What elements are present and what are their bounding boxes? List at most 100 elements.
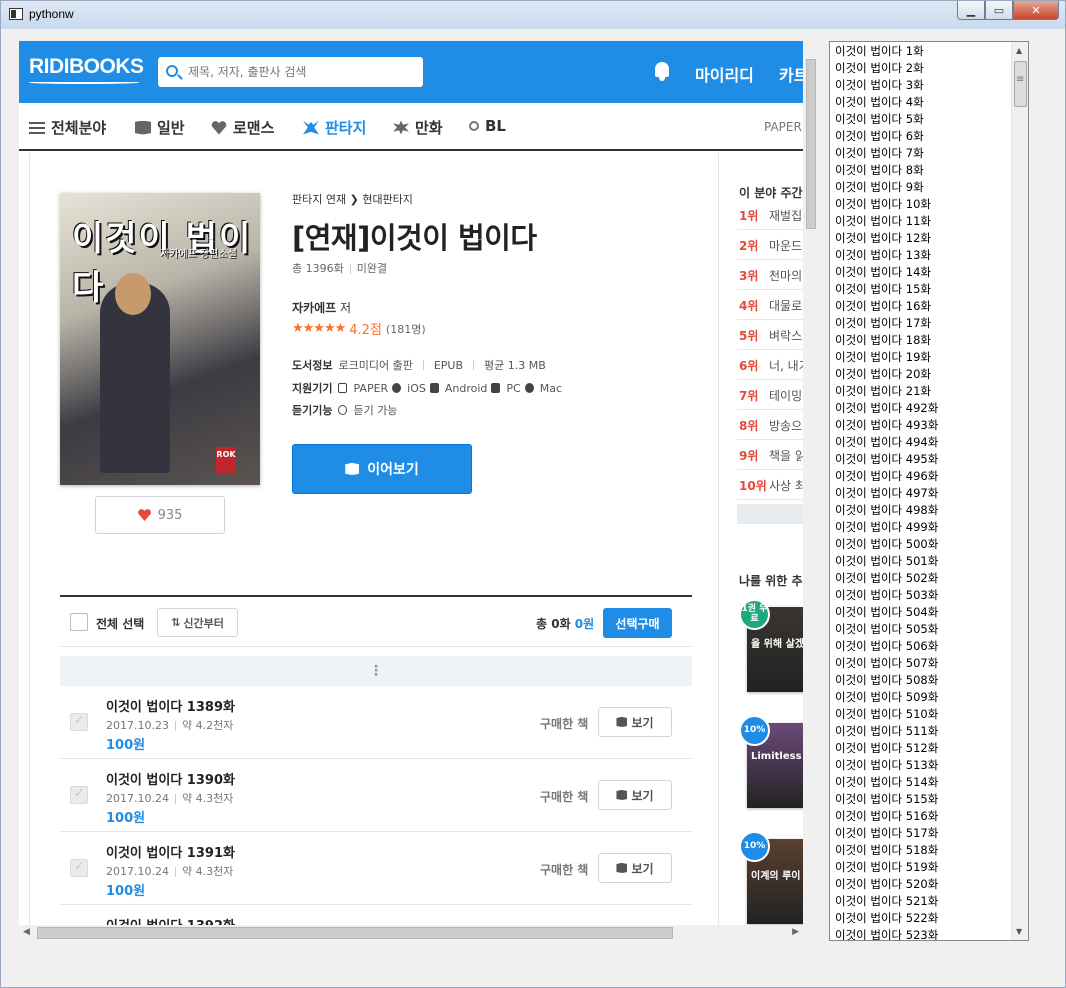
nav-comic[interactable]: 만화 [393, 117, 443, 138]
listbox-item[interactable]: 이것이 법이다 519화 [830, 859, 1012, 876]
scroll-down-arrow[interactable]: ▼ [1016, 927, 1022, 936]
listbox-item[interactable]: 이것이 법이다 4화 [830, 94, 1012, 111]
listbox-item[interactable]: 이것이 법이다 20화 [830, 366, 1012, 383]
episode-title[interactable]: 이것이 법이다 1390화 [106, 769, 235, 788]
publisher[interactable]: 로크미디어 출판 [338, 357, 412, 373]
ranking-item[interactable]: 8위 방송으 [739, 417, 802, 434]
listbox-item[interactable]: 이것이 법이다 523화 [830, 927, 1012, 940]
ranking-item[interactable]: 9위 책을 읽 [739, 447, 803, 464]
sort-button[interactable]: ⇅ 신간부터 [157, 608, 238, 637]
listbox-item[interactable]: 이것이 법이다 502화 [830, 570, 1012, 587]
listbox-item[interactable]: 이것이 법이다 498화 [830, 502, 1012, 519]
scroll-up-arrow[interactable]: ▲ [1016, 46, 1022, 55]
paper-link[interactable]: PAPER [764, 120, 802, 134]
listbox-item[interactable]: 이것이 법이다 506화 [830, 638, 1012, 655]
minimize-button[interactable]: ▁ [957, 1, 985, 20]
nav-bl[interactable]: BL [469, 117, 506, 135]
episode-title[interactable]: 이것이 법이다 1392화 [106, 915, 235, 925]
listbox-item[interactable]: 이것이 법이다 2화 [830, 60, 1012, 77]
close-button[interactable]: ✕ [1013, 1, 1059, 20]
nav-romance[interactable]: 로맨스 [211, 117, 274, 138]
listbox-item[interactable]: 이것이 법이다 521화 [830, 893, 1012, 910]
ranking-item[interactable]: 4위 대물로 [739, 297, 802, 314]
scrollbar-thumb[interactable] [1014, 61, 1027, 107]
scrollbar-thumb[interactable] [806, 59, 816, 229]
listbox-item[interactable]: 이것이 법이다 516화 [830, 808, 1012, 825]
listbox-item[interactable]: 이것이 법이다 503화 [830, 587, 1012, 604]
ranking-item[interactable]: 2위 마운드 [739, 237, 802, 254]
ranking-item[interactable]: 5위 벼락스 [739, 327, 802, 344]
book-cover[interactable]: 이것이 법이다 자카에프 장편소설 ROK [60, 193, 260, 485]
ranking-item[interactable]: 1위 재벌집 [739, 207, 802, 224]
listbox-item[interactable]: 이것이 법이다 518화 [830, 842, 1012, 859]
scroll-right-arrow[interactable]: ▶ [792, 927, 799, 937]
page-vertical-scrollbar[interactable] [803, 41, 819, 925]
view-button[interactable]: 보기 [598, 853, 672, 883]
listbox-item[interactable]: 이것이 법이다 12화 [830, 230, 1012, 247]
ranking-item[interactable]: 3위 천마의 [739, 267, 802, 284]
my-ridi-link[interactable]: 마이리디 [695, 62, 754, 86]
ranking-item[interactable]: 6위 너, 내가 [739, 357, 803, 374]
listbox-item[interactable]: 이것이 법이다 18화 [830, 332, 1012, 349]
listbox-item[interactable]: 이것이 법이다 6화 [830, 128, 1012, 145]
buy-selected-button[interactable]: 선택구매 [603, 608, 672, 638]
view-button[interactable]: 보기 [598, 707, 672, 737]
listbox-item[interactable]: 이것이 법이다 508화 [830, 672, 1012, 689]
view-button[interactable]: 보기 [598, 780, 672, 810]
page-horizontal-scrollbar[interactable]: ◀ ▶ [19, 925, 803, 941]
episode-title[interactable]: 이것이 법이다 1389화 [106, 696, 235, 715]
breadcrumb-genre[interactable]: 판타지 연재 [292, 193, 346, 206]
listbox-item[interactable]: 이것이 법이다 511화 [830, 723, 1012, 740]
listbox-item[interactable]: 이것이 법이다 495화 [830, 451, 1012, 468]
listbox-item[interactable]: 이것이 법이다 522화 [830, 910, 1012, 927]
listbox-item[interactable]: 이것이 법이다 496화 [830, 468, 1012, 485]
scrollbar-thumb[interactable] [37, 927, 673, 939]
listbox-item[interactable]: 이것이 법이다 3화 [830, 77, 1012, 94]
listbox-item[interactable]: 이것이 법이다 17화 [830, 315, 1012, 332]
listbox-item[interactable]: 이것이 법이다 9화 [830, 179, 1012, 196]
listbox-item[interactable]: 이것이 법이다 509화 [830, 689, 1012, 706]
episode-listbox[interactable]: 이것이 법이다 1화 이것이 법이다 2화 이것이 법이다 3화 이것이 법이다 4화… [829, 41, 1029, 941]
listbox-item[interactable]: 이것이 법이다 520화 [830, 876, 1012, 893]
ranking-item[interactable]: 7위 테이밍 [739, 387, 802, 404]
listbox-item[interactable]: 이것이 법이다 13화 [830, 247, 1012, 264]
nav-fantasy[interactable]: 판타지 [303, 117, 366, 138]
show-more-episodes[interactable]: ⋮ [60, 656, 692, 686]
episode-checkbox[interactable] [70, 859, 88, 877]
listbox-item[interactable]: 이것이 법이다 5화 [830, 111, 1012, 128]
listbox-item[interactable]: 이것이 법이다 15화 [830, 281, 1012, 298]
listbox-item[interactable]: 이것이 법이다 500화 [830, 536, 1012, 553]
title-bar[interactable]: pythonw ▁ ▭ ✕ [1, 1, 1065, 29]
listbox-item[interactable]: 이것이 법이다 14화 [830, 264, 1012, 281]
episode-checkbox[interactable] [70, 786, 88, 804]
bell-icon[interactable] [652, 60, 672, 82]
episode-title[interactable]: 이것이 법이다 1391화 [106, 842, 235, 861]
listbox-item[interactable]: 이것이 법이다 7화 [830, 145, 1012, 162]
listbox-item[interactable]: 이것이 법이다 504화 [830, 604, 1012, 621]
ranking-item[interactable]: 10위 사상 최 [739, 477, 803, 494]
listbox-item[interactable]: 이것이 법이다 513화 [830, 757, 1012, 774]
listbox-scrollbar[interactable]: ▲ ▼ [1011, 42, 1028, 940]
nav-all-genres[interactable]: 전체분야 [29, 117, 106, 138]
breadcrumb-subgenre[interactable]: 현대판타지 [362, 193, 413, 206]
listbox-item[interactable]: 이것이 법이다 499화 [830, 519, 1012, 536]
listbox-item[interactable]: 이것이 법이다 11화 [830, 213, 1012, 230]
search-input[interactable] [188, 62, 413, 82]
select-all-checkbox[interactable] [70, 613, 88, 631]
scroll-left-arrow[interactable]: ◀ [23, 927, 30, 937]
ridibooks-logo[interactable]: RIDIBOOKS [29, 55, 144, 79]
listbox-item[interactable]: 이것이 법이다 517화 [830, 825, 1012, 842]
listbox-item[interactable]: 이것이 법이다 505화 [830, 621, 1012, 638]
nav-general[interactable]: 일반 [135, 117, 185, 138]
listbox-item[interactable]: 이것이 법이다 510화 [830, 706, 1012, 723]
listbox-item[interactable]: 이것이 법이다 493화 [830, 417, 1012, 434]
ranking-more-button[interactable] [737, 504, 803, 524]
select-all-label[interactable]: 전체 선택 [96, 615, 144, 632]
listbox-item[interactable]: 이것이 법이다 10화 [830, 196, 1012, 213]
episode-checkbox[interactable] [70, 713, 88, 731]
listbox-item[interactable]: 이것이 법이다 514화 [830, 774, 1012, 791]
listbox-item[interactable]: 이것이 법이다 492화 [830, 400, 1012, 417]
continue-reading-button[interactable]: 이어보기 [292, 444, 472, 494]
listbox-item[interactable]: 이것이 법이다 501화 [830, 553, 1012, 570]
cart-link[interactable]: 카트 [779, 62, 803, 86]
